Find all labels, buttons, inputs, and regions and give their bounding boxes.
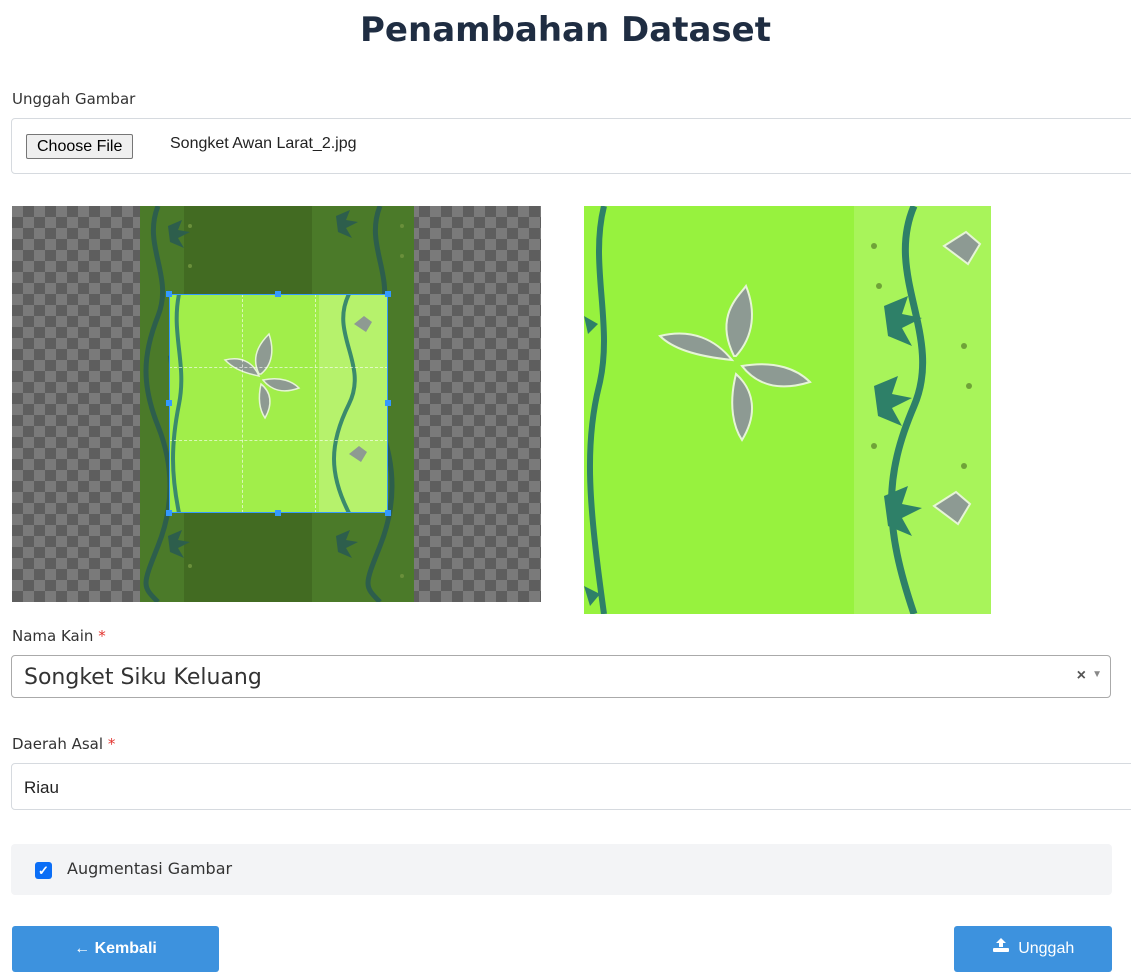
crop-handle-e[interactable]: [385, 400, 391, 406]
augmentasi-checkbox[interactable]: ✓: [35, 862, 52, 879]
augmentasi-label[interactable]: Augmentasi Gambar: [67, 859, 232, 878]
crop-handle-s[interactable]: [275, 510, 281, 516]
nama-kain-select[interactable]: Songket Siku Keluang × ▼: [11, 655, 1111, 698]
upload-button-label: Unggah: [1018, 940, 1075, 958]
clear-icon[interactable]: ×: [1077, 667, 1086, 685]
back-button-label: Kembali: [94, 940, 157, 957]
crop-selection[interactable]: [169, 294, 388, 513]
upload-icon: [992, 926, 1010, 972]
chevron-down-icon[interactable]: ▼: [1092, 669, 1102, 680]
file-input[interactable]: Choose File Songket Awan Larat_2.jpg: [11, 118, 1131, 174]
crop-handle-se[interactable]: [385, 510, 391, 516]
crop-handle-sw[interactable]: [166, 510, 172, 516]
crop-preview-area: [170, 295, 387, 512]
preview-image: [584, 206, 991, 614]
crop-handle-ne[interactable]: [385, 291, 391, 297]
file-name: Songket Awan Larat_2.jpg: [170, 135, 357, 152]
required-mark: *: [107, 735, 116, 753]
back-button[interactable]: ← Kembali: [12, 926, 219, 972]
nama-kain-value: Songket Siku Keluang: [24, 665, 262, 690]
daerah-asal-value: Riau: [24, 778, 59, 797]
daerah-asal-input[interactable]: Riau: [11, 763, 1131, 810]
crop-motif: [170, 295, 387, 512]
required-mark: *: [98, 627, 106, 645]
crop-handle-nw[interactable]: [166, 291, 172, 297]
crop-handle-w[interactable]: [166, 400, 172, 406]
choose-file-button[interactable]: Choose File: [26, 134, 134, 159]
daerah-asal-label: Daerah Asal *: [12, 735, 115, 753]
nama-kain-label: Nama Kain *: [12, 627, 106, 645]
crop-handle-n[interactable]: [275, 291, 281, 297]
daerah-asal-label-text: Daerah Asal: [12, 735, 104, 753]
cropped-preview: [584, 206, 991, 614]
augmentasi-panel: ✓ Augmentasi Gambar: [11, 844, 1112, 895]
page-title: Penambahan Dataset: [360, 10, 771, 50]
upload-label: Unggah Gambar: [12, 90, 136, 108]
image-cropper[interactable]: [12, 206, 541, 602]
upload-button[interactable]: Unggah: [954, 926, 1112, 972]
arrow-left-icon: ←: [74, 940, 91, 957]
nama-kain-label-text: Nama Kain: [12, 627, 94, 645]
